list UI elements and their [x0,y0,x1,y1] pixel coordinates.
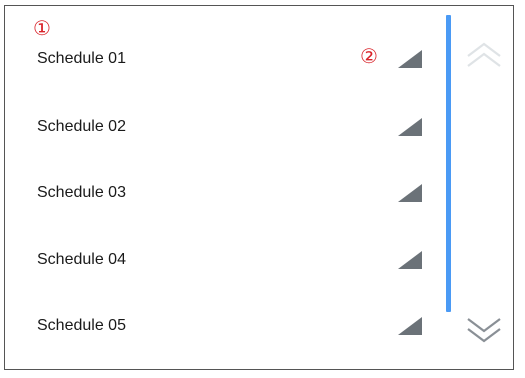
corner-triangle-icon[interactable] [398,118,422,136]
double-chevron-down-icon[interactable] [464,313,504,345]
scrollbar[interactable] [446,15,451,312]
schedule-item-label: Schedule 04 [37,251,126,268]
schedule-item[interactable]: Schedule 04 [4,240,444,280]
annotation-marker-1: ① [33,16,51,40]
schedule-item[interactable]: Schedule 02 [4,107,444,147]
schedule-item[interactable]: Schedule 01 [4,39,444,79]
corner-triangle-icon[interactable] [398,184,422,202]
corner-triangle-icon[interactable] [398,317,422,335]
schedule-item-label: Schedule 01 [37,50,126,67]
schedule-item-label: Schedule 05 [37,317,126,334]
schedule-item-label: Schedule 02 [37,118,126,135]
schedule-item-label: Schedule 03 [37,184,126,201]
corner-triangle-icon[interactable] [398,251,422,269]
schedule-item[interactable]: Schedule 05 [4,306,444,346]
double-chevron-up-icon[interactable] [464,40,504,72]
corner-triangle-icon[interactable] [398,50,422,68]
schedule-item[interactable]: Schedule 03 [4,173,444,213]
